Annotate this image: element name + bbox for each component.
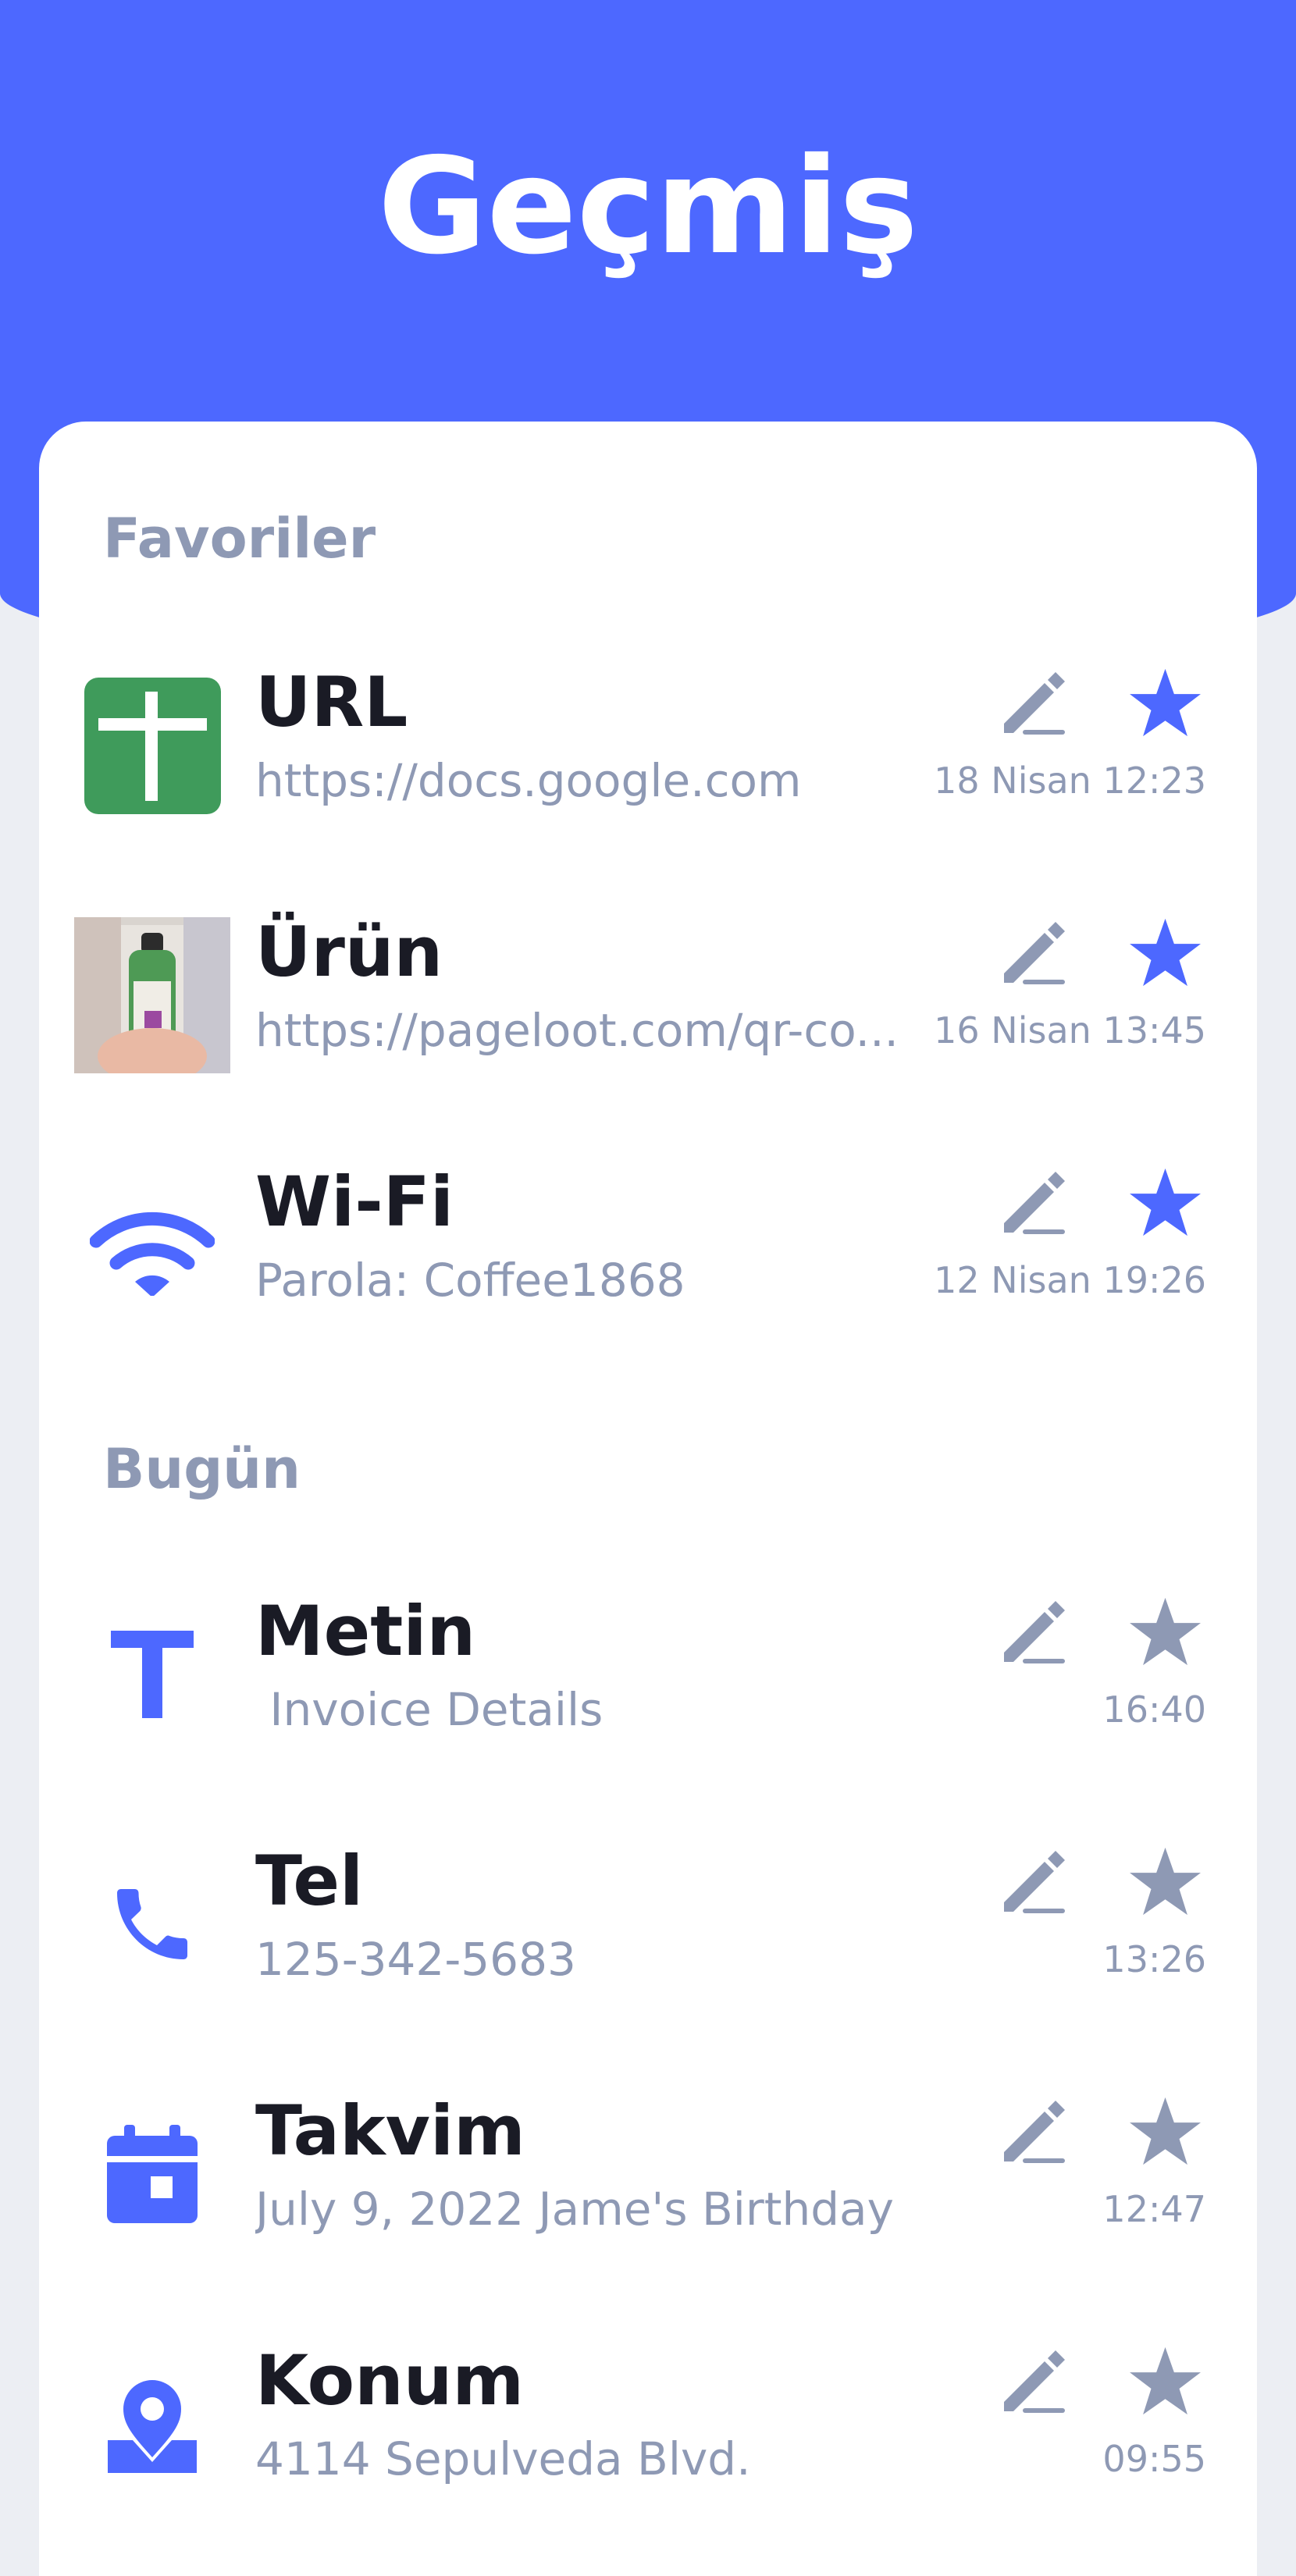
item-title: Tel [255,1841,364,1921]
star-icon[interactable] [1128,1596,1202,1667]
product-thumbnail [74,917,230,1073]
history-item-url[interactable]: URL https://docs.google.com 18 Nisan 12:… [0,662,1296,863]
item-title: Takvim [255,2090,525,2171]
section-title-today: Bugün [103,1437,301,1501]
star-icon[interactable] [1128,917,1202,987]
history-item-wifi[interactable]: Wi-Fi Parola: Coffee1868 12 Nisan 19:26 [0,1162,1296,1362]
star-icon[interactable] [1128,1846,1202,1916]
history-item-product[interactable]: Ürün https://pageloot.com/qr-co... 16 Ni… [0,912,1296,1112]
star-icon[interactable] [1128,2346,1202,2416]
item-time: 09:55 [1102,2438,1206,2480]
history-item-location[interactable]: Konum 4114 Sepulveda Blvd. 09:55 [0,2340,1296,2541]
phone-icon [74,1846,230,2002]
history-item-calendar[interactable]: Takvim July 9, 2022 Jame's Birthday 12:4… [0,2090,1296,2291]
item-title: Ürün [255,912,443,992]
item-time: 18 Nisan 12:23 [934,760,1206,802]
star-icon[interactable] [1128,2096,1202,2166]
star-icon[interactable] [1128,1167,1202,1237]
item-subtitle: 4114 Sepulveda Blvd. [255,2432,751,2485]
item-time: 16 Nisan 13:45 [934,1009,1206,1051]
item-time: 12:47 [1102,2188,1206,2230]
item-subtitle: July 9, 2022 Jame's Birthday [255,2183,894,2236]
edit-icon[interactable] [999,917,1070,987]
item-subtitle: 125-342-5683 [255,1933,576,1986]
google-docs-icon [74,667,230,824]
section-title-favorites: Favoriler [103,507,376,571]
item-time: 13:26 [1102,1938,1206,1980]
wifi-icon [74,1167,230,1323]
edit-icon[interactable] [999,667,1070,738]
item-title: Metin [255,1591,476,1671]
item-title: Konum [255,2340,525,2421]
edit-icon[interactable] [999,2346,1070,2416]
item-subtitle: Invoice Details [255,1683,603,1736]
star-icon[interactable] [1128,667,1202,738]
history-item-text[interactable]: Metin Invoice Details 16:40 [0,1591,1296,1791]
page-title: Geçmiş [377,130,919,284]
item-subtitle: https://docs.google.com [255,754,802,807]
calendar-icon [74,2096,230,2252]
edit-icon[interactable] [999,1846,1070,1916]
history-item-phone[interactable]: Tel 125-342-5683 13:26 [0,1841,1296,2041]
item-time: 12 Nisan 19:26 [934,1259,1206,1301]
item-subtitle: Parola: Coffee1868 [255,1254,685,1307]
edit-icon[interactable] [999,2096,1070,2166]
item-title: Wi-Fi [255,1162,454,1242]
item-time: 16:40 [1102,1688,1206,1731]
edit-icon[interactable] [999,1167,1070,1237]
item-subtitle: https://pageloot.com/qr-co... [255,1004,899,1057]
item-title: URL [255,662,408,742]
text-icon [74,1596,230,1752]
location-icon [74,2346,230,2502]
edit-icon[interactable] [999,1596,1070,1667]
